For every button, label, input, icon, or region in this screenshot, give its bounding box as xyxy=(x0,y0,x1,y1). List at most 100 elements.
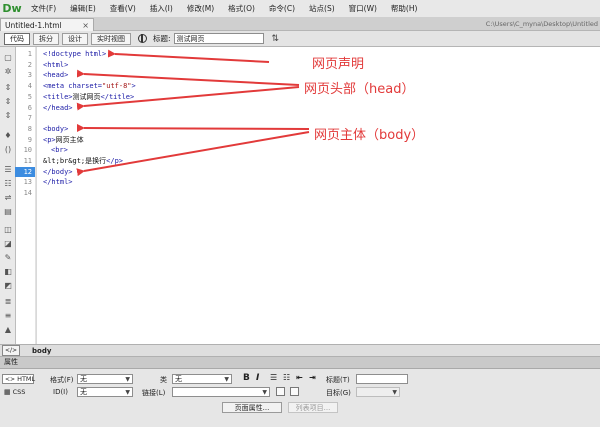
id-value: 无 xyxy=(80,388,87,396)
arrow-body-close xyxy=(76,131,310,177)
split-view-button[interactable]: 拆分 xyxy=(33,32,59,45)
annotation-declaration: 网页声明 xyxy=(312,57,365,72)
class-select[interactable]: 无 ▼ xyxy=(172,374,232,384)
properties-panel-header: 属性 xyxy=(0,357,600,369)
show-code-navigator-icon[interactable]: ✲ xyxy=(3,67,13,76)
line-number: 7 xyxy=(27,114,32,123)
line-number: 2 xyxy=(27,60,32,69)
select-parent-tag-icon[interactable]: ♦ xyxy=(3,131,13,140)
document-tab-bar: Untitled-1.html × C:\Users\C_myna\Deskto… xyxy=(0,17,600,31)
apply-comment-icon[interactable]: ◫ xyxy=(3,225,13,234)
tag-selector-body[interactable]: body xyxy=(32,347,51,355)
document-tab-label: Untitled-1.html xyxy=(5,20,62,30)
indent-code-icon[interactable]: ≣ xyxy=(3,297,13,306)
close-icon[interactable]: × xyxy=(82,21,89,30)
arrow-declaration xyxy=(107,49,270,63)
wrap-tag-icon[interactable]: ✎ xyxy=(3,253,13,262)
line-number: 8 xyxy=(27,124,32,133)
indent-icon[interactable]: ⇥ xyxy=(309,373,316,382)
title-label: 标题: xyxy=(153,34,171,43)
line-number: 5 xyxy=(27,92,32,101)
chevron-down-icon: ▼ xyxy=(125,376,130,383)
unordered-list-icon[interactable]: ☰ xyxy=(270,373,277,382)
css-properties-button[interactable]: ▦ CSS xyxy=(2,387,34,397)
page-title-input[interactable]: 测试网页 xyxy=(173,33,264,44)
menu-commands[interactable]: 命令(C) xyxy=(262,3,302,14)
outdent-icon[interactable]: ⇤ xyxy=(296,373,303,382)
menu-help[interactable]: 帮助(H) xyxy=(384,3,425,14)
chevron-down-icon: ▼ xyxy=(392,389,397,396)
ordered-list-icon[interactable]: ☷ xyxy=(283,373,290,382)
code-icon[interactable]: </> xyxy=(2,345,20,356)
page-properties-button[interactable]: 页面属性... xyxy=(222,402,282,413)
format-value: 无 xyxy=(80,375,87,383)
line-number: 9 xyxy=(27,135,32,144)
menu-view[interactable]: 查看(V) xyxy=(103,3,143,14)
target-label: 目标(G) xyxy=(326,389,351,397)
menu-window[interactable]: 窗口(W) xyxy=(342,3,384,14)
menu-edit[interactable]: 编辑(E) xyxy=(63,3,103,14)
html-properties-button[interactable]: <> HTML xyxy=(2,374,36,384)
line-number: 6 xyxy=(27,103,32,112)
recent-snippets-icon[interactable]: ◧ xyxy=(3,267,13,276)
point-to-file-icon[interactable] xyxy=(276,387,285,396)
line-number: 14 xyxy=(23,189,32,198)
arrow-body-open xyxy=(76,123,310,132)
chevron-down-icon: ▼ xyxy=(224,376,229,383)
syntax-coloring-icon[interactable]: ▤ xyxy=(3,207,13,216)
arrow-head-open xyxy=(76,69,300,86)
list-item-button[interactable]: 列表项目... xyxy=(288,402,338,413)
link-input[interactable]: ▼ xyxy=(172,387,270,397)
collapse-selection-icon[interactable]: ⇕ xyxy=(3,97,13,106)
menu-site[interactable]: 站点(S) xyxy=(302,3,342,14)
annotation-head: 网页头部（head） xyxy=(304,82,415,97)
dreamweaver-logo: Dw xyxy=(2,2,22,15)
menu-file[interactable]: 文件(F) xyxy=(24,3,63,14)
menu-insert[interactable]: 插入(I) xyxy=(143,3,180,14)
document-tab[interactable]: Untitled-1.html × xyxy=(0,18,94,31)
menu-format[interactable]: 格式(O) xyxy=(221,3,262,14)
outdent-code-icon[interactable]: ≡ xyxy=(3,311,13,320)
title-attr-input[interactable] xyxy=(356,374,408,384)
css-icon: ▦ xyxy=(4,388,11,396)
line-number-gutter: 1 2 3 4 5 6 7 8 9 10 11 12 13 14 xyxy=(15,47,36,344)
file-management-icon[interactable]: ⇅ xyxy=(272,34,280,44)
properties-panel: <> HTML ▦ CSS 格式(F) 无 ▼ 类 无 ▼ B I ☰ ☷ ⇤ ⇥ 标题… xyxy=(0,369,600,427)
line-number: 10 xyxy=(23,146,32,155)
code-view-button[interactable]: 代码 xyxy=(4,32,30,45)
browse-folder-icon[interactable] xyxy=(290,387,299,396)
live-view-button[interactable]: 实时视图 xyxy=(91,32,131,45)
file-path: C:\Users\C_myna\Desktop\Untitled xyxy=(485,20,598,28)
line-number: 3 xyxy=(27,71,32,80)
class-value: 无 xyxy=(175,375,182,383)
menu-modify[interactable]: 修改(M) xyxy=(180,3,221,14)
highlight-invalid-code-icon[interactable]: ☷ xyxy=(3,179,13,188)
id-select[interactable]: 无 ▼ xyxy=(77,387,133,397)
document-toolbar: 代码 拆分 设计 实时视图 标题: 测试网页 ⇅ xyxy=(0,31,600,47)
remove-comment-icon[interactable]: ◪ xyxy=(3,239,13,248)
italic-button[interactable]: I xyxy=(256,373,259,383)
line-number: 13 xyxy=(23,178,32,187)
preview-globe-icon[interactable] xyxy=(138,34,147,43)
line-number: 1 xyxy=(27,50,32,58)
collapse-full-tag-icon[interactable]: ⇕ xyxy=(3,83,13,92)
open-documents-icon[interactable]: ▢ xyxy=(3,53,13,62)
title-attr-label: 标题(T) xyxy=(326,376,350,384)
word-wrap-icon[interactable]: ⇌ xyxy=(3,193,13,202)
html-button-label: HTML xyxy=(17,375,36,383)
class-label: 类 xyxy=(160,376,167,384)
line-number: 4 xyxy=(27,82,32,91)
expand-all-icon[interactable]: ⇕ xyxy=(3,111,13,120)
current-line-number: 12 xyxy=(15,166,35,177)
design-view-button[interactable]: 设计 xyxy=(62,32,88,45)
format-source-code-icon[interactable]: ▲ xyxy=(3,325,13,334)
balance-braces-icon[interactable]: () xyxy=(3,145,13,154)
format-select[interactable]: 无 ▼ xyxy=(77,374,133,384)
bold-button[interactable]: B xyxy=(243,373,250,383)
menu-bar: Dw 文件(F) 编辑(E) 查看(V) 插入(I) 修改(M) 格式(O) 命… xyxy=(0,0,600,17)
id-label: ID(I) xyxy=(53,388,68,396)
arrow-head-close xyxy=(76,86,300,111)
line-numbers-icon[interactable]: ☰ xyxy=(3,165,13,174)
move-css-icon[interactable]: ◩ xyxy=(3,281,13,290)
target-select[interactable]: ▼ xyxy=(356,387,400,397)
